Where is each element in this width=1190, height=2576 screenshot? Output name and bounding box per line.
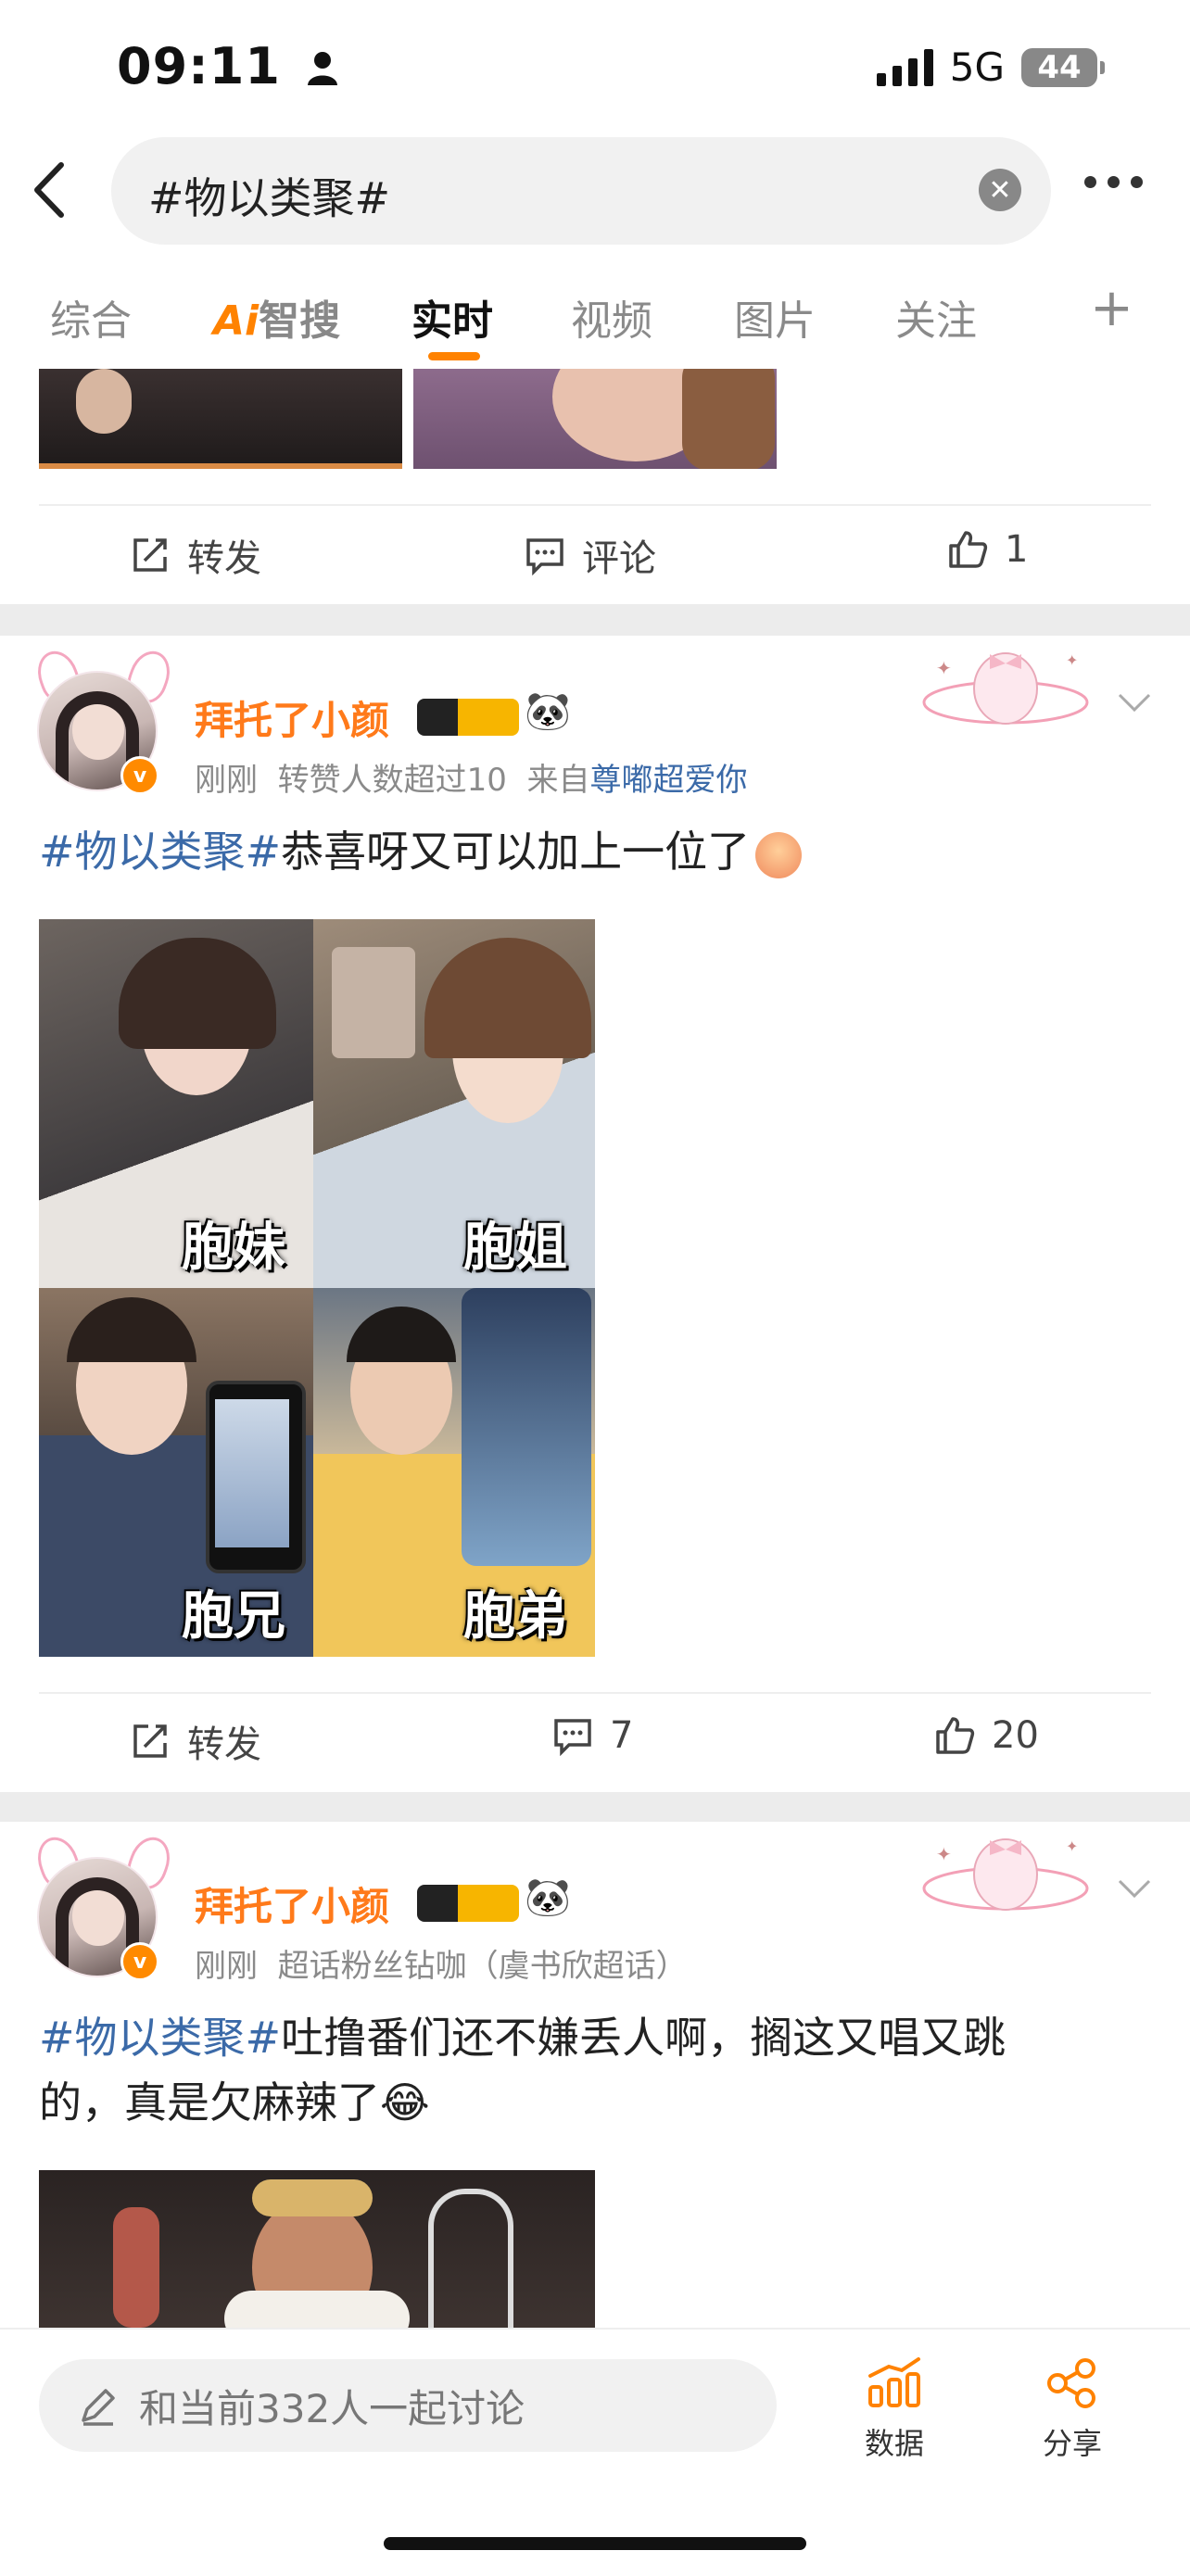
battery-icon: 44 bbox=[1021, 47, 1105, 87]
chevron-left-icon bbox=[34, 162, 64, 218]
post-image[interactable]: 胞弟 bbox=[313, 1288, 595, 1657]
tab-comprehensive[interactable]: 综合 bbox=[50, 287, 132, 347]
bar-chart-icon bbox=[868, 2357, 920, 2407]
hashtag-link[interactable]: #物以类聚# bbox=[39, 827, 281, 877]
clear-search-button[interactable]: ✕ bbox=[979, 169, 1021, 211]
bunny-decoration-icon: ✦ ✦ bbox=[922, 651, 1089, 725]
tab-ai-search[interactable]: Ai智搜 bbox=[213, 287, 340, 347]
panda-icon: 🐼 bbox=[525, 690, 571, 733]
add-tab-button[interactable]: + bbox=[1090, 278, 1133, 338]
chevron-down-icon[interactable] bbox=[1116, 684, 1153, 721]
username[interactable]: 拜托了小颜 bbox=[195, 689, 389, 746]
repost-icon bbox=[133, 538, 167, 572]
tab-following[interactable]: 关注 bbox=[895, 287, 977, 347]
comment-icon bbox=[526, 538, 563, 575]
more-options-button[interactable] bbox=[1084, 176, 1143, 188]
data-button[interactable]: 数据 bbox=[843, 2357, 945, 2463]
verified-badge-icon: v bbox=[120, 756, 159, 795]
discuss-input[interactable]: 和当前332人一起讨论 bbox=[39, 2359, 777, 2452]
svg-text:✦: ✦ bbox=[936, 657, 952, 679]
hashtag-link[interactable]: #物以类聚# bbox=[39, 2013, 281, 2063]
tab-video[interactable]: 视频 bbox=[571, 287, 652, 347]
repost-icon bbox=[133, 1724, 167, 1758]
source-link[interactable]: 尊嘟超爱你 bbox=[590, 762, 748, 799]
home-indicator[interactable] bbox=[384, 2537, 806, 2550]
share-icon bbox=[1047, 2358, 1095, 2408]
svg-text:✦: ✦ bbox=[936, 1843, 952, 1865]
tab-images[interactable]: 图片 bbox=[734, 287, 816, 347]
person-icon bbox=[307, 41, 338, 99]
thumbs-up-icon bbox=[936, 1717, 975, 1754]
close-icon: ✕ bbox=[988, 173, 1012, 207]
divider bbox=[39, 1692, 1151, 1694]
search-query: #物以类聚# bbox=[148, 173, 391, 223]
search-input[interactable]: #物以类聚# ✕ bbox=[111, 137, 1051, 245]
post-text: #物以类聚#吐撸番们还不嫌丢人啊，搁这又唱又跳 的，真是欠麻辣了😂 bbox=[39, 2013, 1006, 2128]
laughing-emoji-icon bbox=[755, 831, 803, 878]
comment-icon bbox=[554, 1719, 591, 1756]
panda-icon: 🐼 bbox=[525, 1876, 571, 1919]
status-indicators: 5G 44 bbox=[876, 44, 1105, 90]
tab-bar: 综合 Ai智搜 实时 视频 图片 关注 + bbox=[0, 278, 1190, 360]
pencil-icon bbox=[82, 2389, 115, 2426]
active-tab-indicator bbox=[428, 352, 480, 360]
username[interactable]: 拜托了小颜 bbox=[195, 1875, 389, 1932]
svg-text:✦: ✦ bbox=[1066, 651, 1078, 669]
comment-button[interactable]: 评论 bbox=[525, 528, 656, 582]
share-button[interactable]: 分享 bbox=[1021, 2357, 1123, 2463]
post-text: #物以类聚#恭喜呀又可以加上一位了 bbox=[39, 819, 1151, 884]
post-image[interactable]: 胞妹 bbox=[39, 919, 313, 1288]
post-image[interactable] bbox=[413, 369, 777, 469]
crown-badge-icon bbox=[417, 1885, 519, 1922]
like-button[interactable]: 20 bbox=[934, 1714, 1039, 1757]
comment-button[interactable]: 7 bbox=[552, 1714, 633, 1757]
post-image[interactable]: 胞兄 bbox=[39, 1288, 313, 1657]
signal-icon bbox=[876, 48, 933, 86]
post-meta: 刚刚 超话粉丝钻咖（虞书欣超话） bbox=[195, 1948, 688, 1985]
like-button[interactable]: 1 bbox=[947, 528, 1028, 571]
crown-badge-icon bbox=[417, 699, 519, 736]
repost-button[interactable]: 转发 bbox=[130, 1714, 261, 1768]
back-button[interactable] bbox=[26, 158, 82, 222]
tab-realtime[interactable]: 实时 bbox=[411, 287, 493, 347]
post-image[interactable] bbox=[39, 2170, 595, 2328]
section-gap bbox=[0, 1792, 1190, 1822]
bunny-decoration-icon: ✦ ✦ bbox=[922, 1837, 1089, 1911]
post-image[interactable]: 胞姐 bbox=[313, 919, 595, 1288]
repost-button[interactable]: 转发 bbox=[130, 528, 261, 582]
chevron-down-icon[interactable] bbox=[1116, 1870, 1153, 1907]
thumbs-up-icon bbox=[949, 531, 988, 568]
network-type: 5G bbox=[949, 44, 1005, 90]
svg-text:✦: ✦ bbox=[1066, 1837, 1078, 1855]
post-image[interactable] bbox=[39, 369, 402, 469]
status-time: 09:11 bbox=[117, 37, 338, 99]
divider bbox=[39, 504, 1151, 506]
section-gap bbox=[0, 604, 1190, 636]
verified-badge-icon: v bbox=[120, 1942, 159, 1981]
post-meta: 刚刚 转赞人数超过10 来自尊嘟超爱你 bbox=[195, 762, 748, 799]
